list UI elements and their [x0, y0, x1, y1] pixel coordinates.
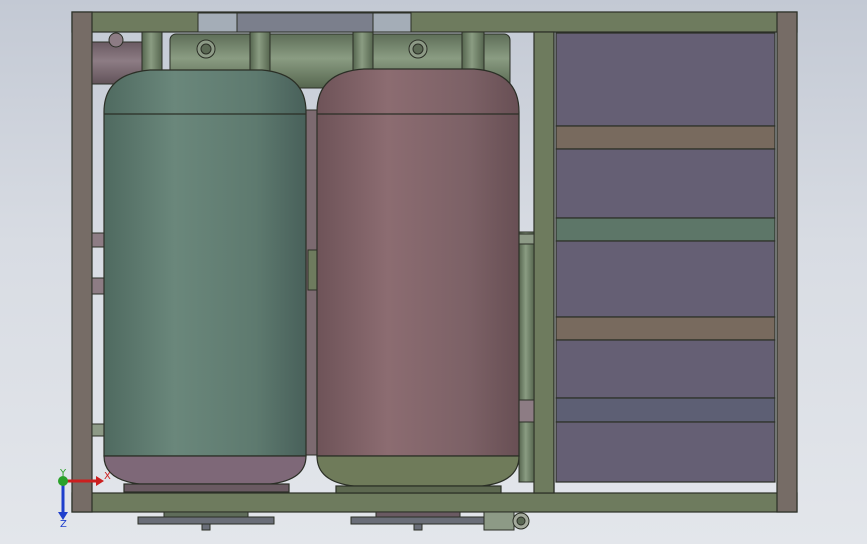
tank-right-body[interactable] [316, 68, 520, 457]
frame-right-post[interactable] [776, 11, 798, 513]
fitting-3[interactable] [108, 32, 124, 48]
divider-band-4 [555, 397, 776, 423]
frame-bottom-rail[interactable] [71, 492, 798, 513]
bottom-feet[interactable] [137, 511, 530, 531]
triad-x-arrow-icon [96, 476, 104, 486]
cad-viewport[interactable]: X Y Z [0, 0, 867, 544]
frame-top-rail[interactable] [71, 11, 798, 33]
divider-band-2 [555, 217, 776, 242]
divider-band-3 [555, 316, 776, 341]
top-brackets [197, 12, 412, 33]
foot-left[interactable] [137, 516, 275, 525]
panel-4[interactable] [555, 339, 776, 399]
top-bracket-right[interactable] [372, 12, 412, 33]
frame-middle-post[interactable] [533, 31, 555, 494]
panel-stack[interactable] [555, 32, 776, 483]
triad-x-label: X [104, 471, 111, 482]
right-side-pipe[interactable] [518, 231, 535, 483]
triad-z-label: Z [60, 519, 67, 530]
divider-band-1 [555, 125, 776, 150]
panel-2[interactable] [555, 148, 776, 219]
foot-right[interactable] [350, 516, 487, 525]
tank-right[interactable] [316, 68, 520, 494]
triad-y-label: Y [59, 468, 67, 479]
panel-3[interactable] [555, 240, 776, 318]
tank-left[interactable] [103, 69, 307, 493]
tank-left-bottom-head[interactable] [103, 455, 307, 485]
panel-1[interactable] [555, 32, 776, 127]
tank-right-bottom-head[interactable] [316, 455, 520, 487]
top-bracket-left[interactable] [197, 12, 238, 33]
frame-left-post[interactable] [71, 11, 93, 513]
panel-5[interactable] [555, 421, 776, 483]
tank-left-body[interactable] [103, 69, 307, 457]
